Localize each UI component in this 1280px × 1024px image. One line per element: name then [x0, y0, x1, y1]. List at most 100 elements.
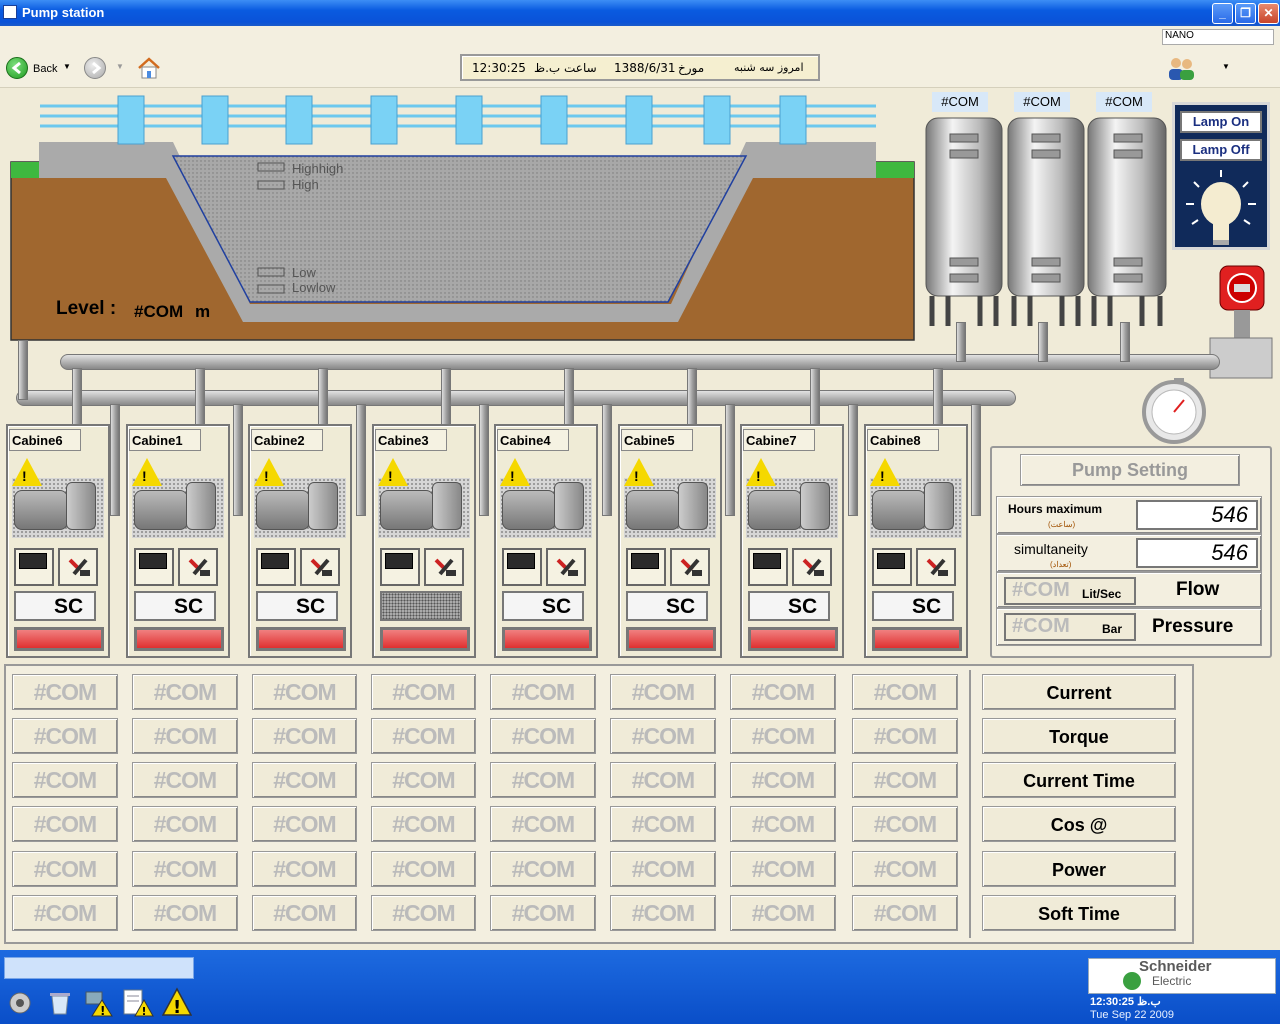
- maintenance-button[interactable]: [670, 548, 710, 586]
- users-button[interactable]: [1166, 55, 1198, 81]
- monitor-button[interactable]: [134, 548, 174, 586]
- monitor-button[interactable]: [380, 548, 420, 586]
- monitor-button[interactable]: [626, 548, 666, 586]
- level-label-high: High: [292, 177, 319, 192]
- grid-row-button-soft-time[interactable]: Soft Time: [982, 895, 1176, 931]
- grid-cell: #COM: [610, 674, 716, 710]
- maintenance-button[interactable]: [916, 548, 956, 586]
- maximize-button[interactable]: ❐: [1235, 3, 1256, 24]
- grid-cell: #COM: [610, 895, 716, 931]
- warning-icon: [378, 458, 408, 486]
- mode-button[interactable]: SC: [134, 591, 216, 621]
- riser-pipe: [356, 404, 366, 516]
- maintenance-button[interactable]: [178, 548, 218, 586]
- grid-cell: #COM: [852, 895, 958, 931]
- speaker-button[interactable]: [8, 990, 32, 1016]
- grid-row-button-current[interactable]: Current: [982, 674, 1176, 710]
- hours-maximum-input[interactable]: 546: [1136, 500, 1258, 530]
- app-icon: [3, 5, 17, 19]
- monitor-icon: [385, 553, 413, 569]
- user-field[interactable]: NANO: [1162, 29, 1274, 45]
- lamp-off-button[interactable]: Lamp Off: [1180, 139, 1262, 161]
- warning-mark: !: [756, 468, 761, 484]
- grid-cell: #COM: [730, 674, 836, 710]
- maintenance-button[interactable]: [546, 548, 586, 586]
- home-button[interactable]: [137, 56, 161, 80]
- mode-button[interactable]: SC: [748, 591, 830, 621]
- pump-icon: [186, 482, 216, 530]
- cabinet-cabine2[interactable]: Cabine2 ! SC: [248, 424, 352, 658]
- grid-cell: #COM: [252, 895, 357, 931]
- grid-cell: #COM: [252, 762, 357, 798]
- tools-icon: [556, 558, 578, 576]
- grid-row-button-power[interactable]: Power: [982, 851, 1176, 887]
- monitor-button[interactable]: [256, 548, 296, 586]
- flow-label: Flow: [1176, 579, 1220, 600]
- cabinet-cabine8[interactable]: Cabine8 ! SC: [864, 424, 968, 658]
- mode-button[interactable]: SC: [256, 591, 338, 621]
- cabinet-cabine1[interactable]: Cabine1 ! SC: [126, 424, 230, 658]
- maintenance-button[interactable]: [58, 548, 98, 586]
- monitor-icon: [139, 553, 167, 569]
- cabinet-cabine5[interactable]: Cabine5 ! SC: [618, 424, 722, 658]
- close-button[interactable]: ✕: [1258, 3, 1279, 24]
- report-alert-button[interactable]: !: [122, 988, 154, 1018]
- mode-button[interactable]: SC: [626, 591, 708, 621]
- grid-cell: #COM: [12, 851, 118, 887]
- forward-button[interactable]: [84, 57, 106, 79]
- grid-cell: #COM: [252, 851, 357, 887]
- riser-pipe: [725, 404, 735, 516]
- date-time-display: 12:30:25 ساعت ب.ظ 1388/6/31 مورخ امروز س…: [460, 54, 820, 81]
- grid-cell: #COM: [490, 762, 596, 798]
- monitor-icon: [753, 553, 781, 569]
- monitor-icon: [261, 553, 289, 569]
- reservoir-outlet-pipe: [18, 340, 28, 400]
- cabinet-cabine6[interactable]: Cabine6 ! SC: [6, 424, 110, 658]
- grid-cell: #COM: [730, 718, 836, 754]
- monitor-button[interactable]: [502, 548, 542, 586]
- cabinet-cabine3[interactable]: Cabine3 !: [372, 424, 476, 658]
- hours-maximum-label: Hours maximum: [1008, 502, 1103, 516]
- brand-line-1: Schneider: [1139, 958, 1212, 975]
- lamp-on-button[interactable]: Lamp On: [1180, 111, 1262, 133]
- monitor-button[interactable]: [872, 548, 912, 586]
- grid-cell: #COM: [490, 674, 596, 710]
- motor-icon: [626, 490, 680, 530]
- grid-row-button-current-time[interactable]: Current Time: [982, 762, 1176, 798]
- pump-icon: [66, 482, 96, 530]
- grid-row-button-torque[interactable]: Torque: [982, 718, 1176, 754]
- grid-row-button-cos-[interactable]: Cos @: [982, 806, 1176, 842]
- motor-icon: [380, 490, 434, 530]
- riser-pipe: [479, 404, 489, 516]
- pump-setting-button[interactable]: Pump Setting: [1020, 454, 1240, 486]
- monitor-button[interactable]: [14, 548, 54, 586]
- recycle-button[interactable]: [46, 988, 74, 1016]
- tank-1-value: #COM: [932, 92, 988, 112]
- users-dropdown-icon[interactable]: ▼: [1222, 62, 1230, 71]
- grid-cell: #COM: [132, 851, 238, 887]
- grid-cell: #COM: [610, 718, 716, 754]
- alarm-button[interactable]: !: [161, 987, 193, 1018]
- warning-mark: !: [634, 468, 639, 484]
- maintenance-button[interactable]: [300, 548, 340, 586]
- minimize-button[interactable]: _: [1212, 3, 1233, 24]
- mode-button[interactable]: SC: [14, 591, 96, 621]
- monitor-button[interactable]: [748, 548, 788, 586]
- maintenance-button[interactable]: [792, 548, 832, 586]
- riser-pipe: [233, 404, 243, 516]
- back-dropdown-icon[interactable]: ▼: [63, 62, 71, 71]
- grid-cell: #COM: [371, 851, 476, 887]
- maintenance-button[interactable]: [424, 548, 464, 586]
- cabinet-cabine4[interactable]: Cabine4 ! SC: [494, 424, 598, 658]
- taskbar-clock-date: Tue Sep 22 2009: [1090, 1009, 1174, 1021]
- simultaneity-input[interactable]: 546: [1136, 538, 1258, 568]
- mode-button[interactable]: [380, 591, 462, 621]
- grid-cell: #COM: [730, 895, 836, 931]
- mode-button[interactable]: SC: [502, 591, 584, 621]
- cabinet-cabine7[interactable]: Cabine7 ! SC: [740, 424, 844, 658]
- mode-button[interactable]: SC: [872, 591, 954, 621]
- taskbar-input[interactable]: [4, 957, 194, 979]
- network-alert-button[interactable]: !: [84, 988, 114, 1018]
- back-button[interactable]: Back: [6, 57, 66, 81]
- forward-dropdown-icon[interactable]: ▼: [116, 62, 124, 71]
